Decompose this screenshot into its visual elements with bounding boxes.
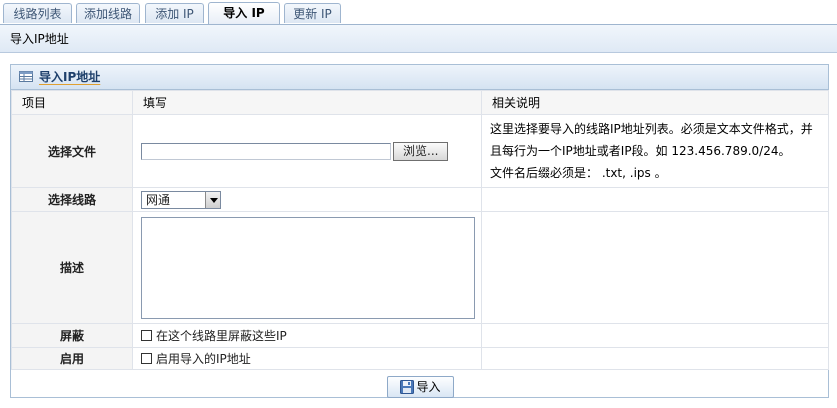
block-note: [481, 323, 829, 348]
table-row: 选择线路 网通: [11, 187, 829, 212]
tab-bar: 线路列表 添加线路 添加 IP 导入 IP 更新 IP: [0, 0, 837, 25]
table-row: 屏蔽 在这个线路里屏蔽这些IP: [11, 323, 829, 348]
import-button-label: 导入: [416, 380, 441, 394]
description-textarea[interactable]: [141, 216, 475, 319]
line-field-cell: 网通: [132, 187, 482, 212]
block-checkbox[interactable]: [141, 330, 152, 341]
import-form-table: 项目 填写 相关说明 选择文件 浏览... 这里选择要导入的线路IP地址列表。必…: [11, 90, 829, 370]
desc-note: [481, 211, 829, 324]
tab-add-line[interactable]: 添加线路: [76, 3, 140, 23]
chevron-down-icon[interactable]: [205, 191, 220, 208]
tab-update-ip[interactable]: 更新 IP: [284, 3, 341, 23]
file-field-cell: 浏览...: [132, 114, 482, 188]
line-note: [481, 187, 829, 212]
enable-field-cell: 启用导入的IP地址: [132, 347, 482, 370]
column-header-item: 项目: [11, 90, 133, 115]
block-label: 屏蔽: [11, 323, 133, 348]
line-select-value: 网通: [146, 192, 171, 207]
enable-note: [481, 347, 829, 370]
file-note-line: 且每行为一个IP地址或者IP段。如 123.456.789.0/24。: [490, 144, 791, 158]
page-title: 导入IP地址: [0, 25, 837, 53]
file-note-line: 这里选择要导入的线路IP地址列表。必须是文本文件格式，并: [490, 122, 813, 136]
file-note: 这里选择要导入的线路IP地址列表。必须是文本文件格式，并 且每行为一个IP地址或…: [481, 114, 829, 188]
column-header-description: 相关说明: [481, 90, 829, 115]
desc-field-cell: [132, 211, 482, 324]
import-ip-panel: 导入IP地址 项目 填写 相关说明 选择文件 浏览... 这里选择要导入的线路I…: [10, 64, 829, 398]
import-button[interactable]: 导入: [387, 376, 454, 398]
file-label: 选择文件: [11, 114, 133, 188]
enable-checkbox-label[interactable]: 启用导入的IP地址: [156, 352, 251, 366]
file-path-input[interactable]: [141, 142, 391, 160]
browse-button[interactable]: 浏览...: [393, 141, 449, 161]
desc-label: 描述: [11, 211, 133, 324]
table-row: 启用 启用导入的IP地址: [11, 347, 829, 370]
panel-title-text: 导入IP地址: [39, 70, 101, 84]
tab-import-ip[interactable]: 导入 IP: [208, 2, 280, 24]
column-header-fill: 填写: [132, 90, 482, 115]
save-disk-icon: [400, 380, 415, 394]
table-row: 选择文件 浏览... 这里选择要导入的线路IP地址列表。必须是文本文件格式，并 …: [11, 114, 829, 188]
panel-title: 导入IP地址: [11, 65, 828, 90]
enable-checkbox[interactable]: [141, 353, 152, 364]
line-label: 选择线路: [11, 187, 133, 212]
block-checkbox-label[interactable]: 在这个线路里屏蔽这些IP: [156, 329, 287, 343]
line-select[interactable]: 网通: [141, 190, 221, 209]
form-actions: 导入: [11, 370, 828, 404]
file-note-line: 文件名后缀必须是： .txt, .ips 。: [490, 166, 667, 180]
tab-line-list[interactable]: 线路列表: [3, 3, 72, 23]
enable-label: 启用: [11, 347, 133, 370]
table-row: 描述: [11, 211, 829, 324]
table-icon: [19, 71, 33, 82]
block-field-cell: 在这个线路里屏蔽这些IP: [132, 323, 482, 348]
tab-add-ip[interactable]: 添加 IP: [145, 3, 204, 23]
